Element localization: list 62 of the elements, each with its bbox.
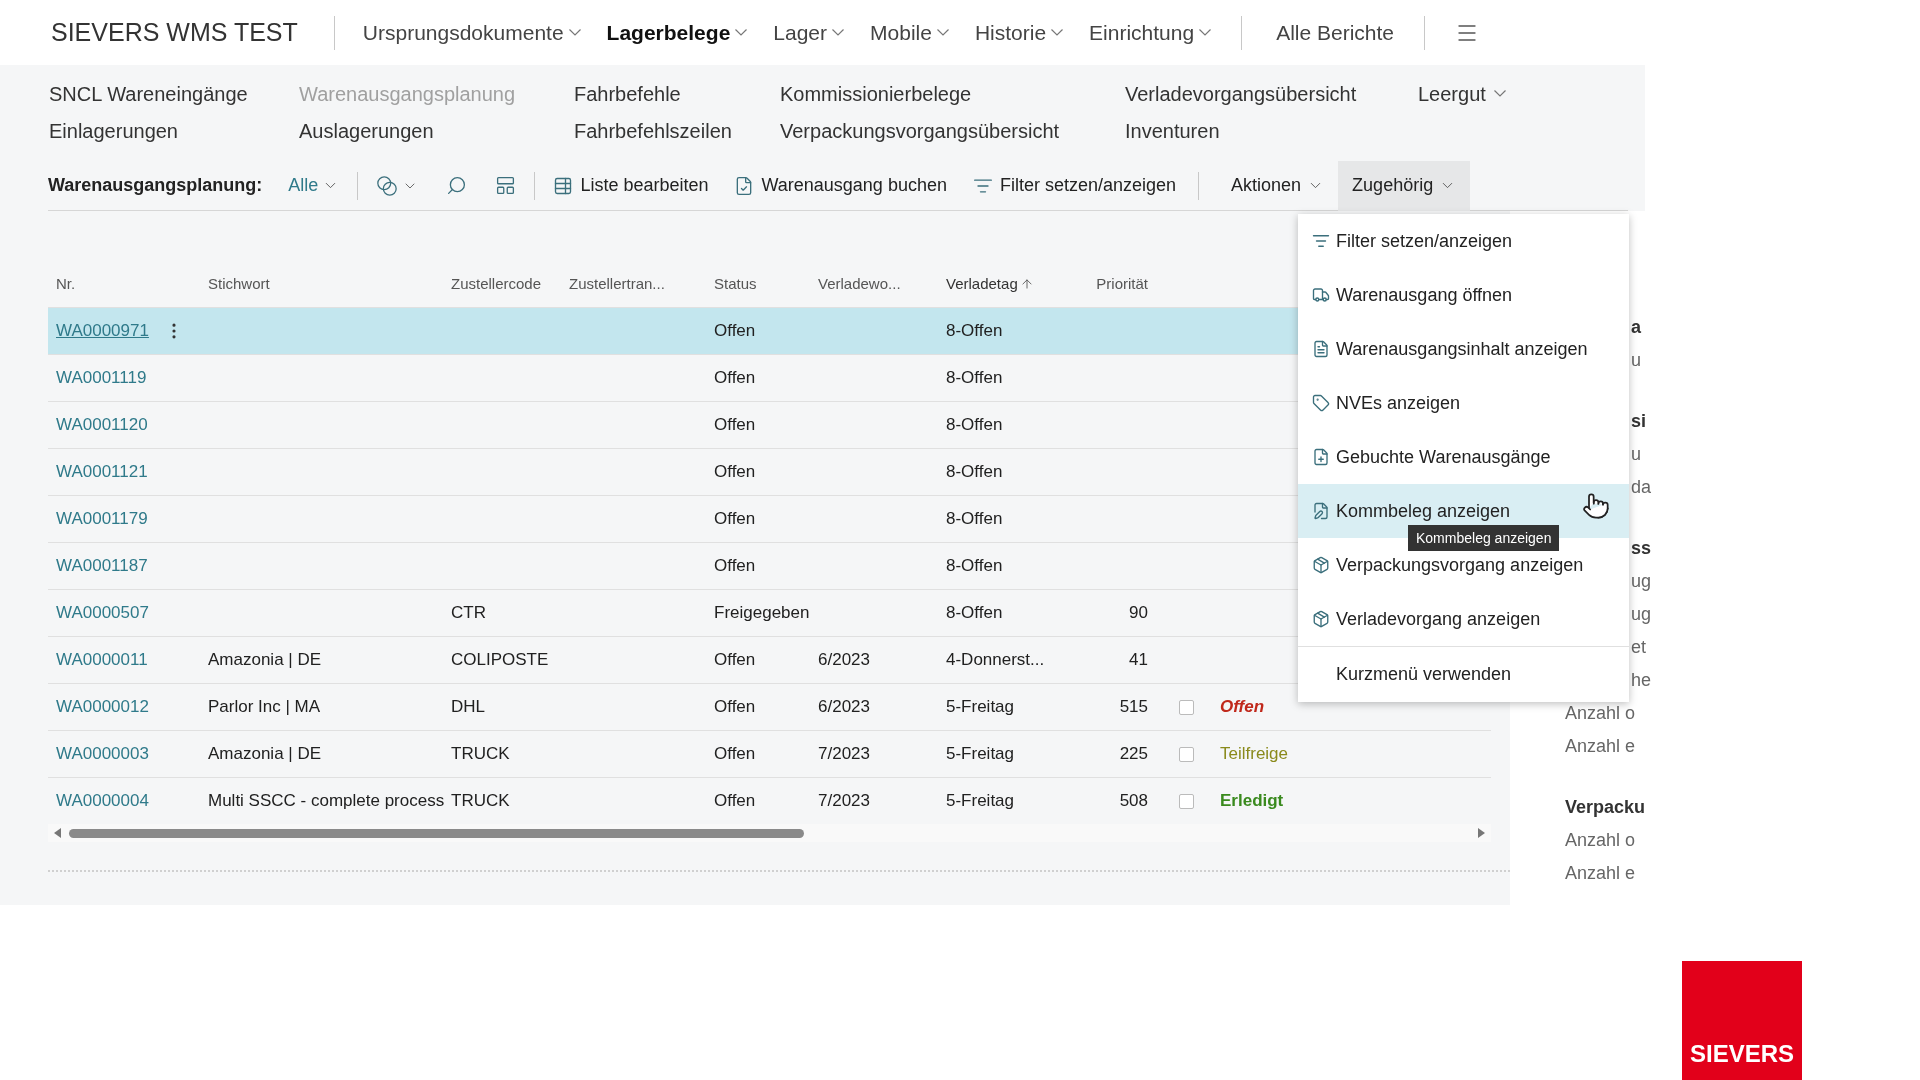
table-cell: Amazonia | DE — [208, 744, 322, 764]
page-label: Warenausgangsplanung: — [48, 174, 263, 197]
factbox-label: ug — [1631, 603, 1652, 626]
factbox-label: et — [1631, 636, 1646, 659]
table-cell: 8-Offen — [946, 509, 1003, 529]
table-cell: 225 — [1119, 744, 1148, 764]
table-cell: 41 — [1129, 650, 1148, 670]
table-cell: TRUCK — [451, 744, 510, 764]
factbox-label: Anzahl e — [1565, 862, 1636, 885]
table-cell: 5-Freitag — [946, 744, 1015, 764]
table-cell: Offen — [714, 650, 756, 670]
tooltip: Kommbeleg anzeigen — [1408, 525, 1560, 551]
table-cell: 8-Offen — [946, 415, 1003, 435]
table-cell: Offen — [714, 321, 756, 341]
factbox-label: u — [1631, 349, 1641, 372]
status-text: Offen — [1220, 697, 1265, 717]
table-cell: Offen — [714, 697, 756, 717]
table-cell: Offen — [714, 509, 756, 529]
factbox-heading: Verpacku — [1565, 796, 1646, 819]
factbox-label: ug — [1631, 570, 1652, 593]
table-cell: 5-Freitag — [946, 791, 1015, 811]
factbox-label: da — [1631, 476, 1652, 499]
factbox-heading: si — [1631, 410, 1646, 433]
table-cell: CTR — [451, 603, 486, 623]
logo: SIEVERS — [1682, 961, 1802, 1080]
table-cell: 90 — [1129, 603, 1148, 623]
table-cell: Amazonia | DE — [208, 650, 322, 670]
status-text: Erledigt — [1220, 791, 1284, 811]
table-cell: Parlor Inc | MA — [208, 697, 321, 717]
table-cell: Offen — [714, 744, 756, 764]
factbox-heading: a — [1631, 316, 1641, 339]
table-cell: 508 — [1119, 791, 1148, 811]
table-cell: Offen — [714, 462, 756, 482]
table-cell: 4-Donnerst... — [946, 650, 1045, 670]
table-cell: 515 — [1119, 697, 1148, 717]
table-cell: COLIPOSTE — [451, 650, 549, 670]
table-cell: 8-Offen — [946, 556, 1003, 576]
status-text: Teilfreige — [1220, 744, 1289, 764]
table-cell: 6/2023 — [818, 650, 870, 670]
factbox-heading: ss — [1631, 537, 1652, 560]
factbox-label: Anzahl e — [1565, 735, 1636, 758]
table-cell: Offen — [714, 368, 756, 388]
table-cell: 7/2023 — [818, 744, 870, 764]
app-title: SIEVERS WMS TEST — [51, 16, 298, 48]
table-cell: 7/2023 — [818, 791, 870, 811]
table-cell: Offen — [714, 556, 756, 576]
factbox-label: u — [1631, 443, 1641, 466]
factbox-label: Anzahl o — [1565, 829, 1636, 852]
table-cell: Offen — [714, 791, 756, 811]
table-cell: 8-Offen — [946, 603, 1003, 623]
table-cell: Multi SSCC - complete process — [208, 791, 445, 811]
table-cell: 5-Freitag — [946, 697, 1015, 717]
table-cell: DHL — [451, 697, 485, 717]
table-cell: TRUCK — [451, 791, 510, 811]
table-cell: 8-Offen — [946, 462, 1003, 482]
table-cell: 6/2023 — [818, 697, 870, 717]
table-cell: Offen — [714, 415, 756, 435]
table-cell: 8-Offen — [946, 368, 1003, 388]
table-cell: Freigegeben — [714, 603, 810, 623]
table-cell: 8-Offen — [946, 321, 1003, 341]
factbox-label: Anzahl o — [1565, 702, 1636, 725]
factbox-label: he — [1631, 669, 1652, 692]
